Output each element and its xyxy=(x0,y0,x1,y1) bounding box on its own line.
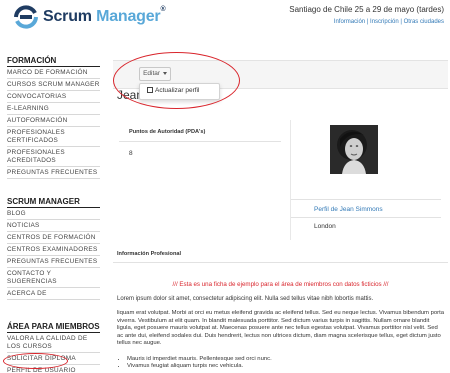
divider xyxy=(291,217,441,218)
divider xyxy=(119,141,281,142)
sidebar-item-marco-formacion[interactable]: MARCO DE FORMACIÓN xyxy=(7,67,100,79)
logo-text: Scrum Manager® xyxy=(43,6,166,26)
divider xyxy=(291,199,441,200)
sidebar-item-e-learning[interactable]: E-LEARNING xyxy=(7,103,100,115)
sidebar-item-valora-cursos[interactable]: VALORA LA CALIDAD DE LOS CURSOS xyxy=(7,333,100,353)
profile-link[interactable]: Perfil de Jean Simmons xyxy=(314,206,383,213)
professional-info-label: Información Profesional xyxy=(117,251,182,257)
profile-city: London xyxy=(314,223,336,230)
sidebar-item-noticias[interactable]: NOTICIAS xyxy=(7,220,100,232)
caret-down-icon xyxy=(162,71,167,75)
sidebar-item-convocatorias[interactable]: CONVOCATORIAS xyxy=(7,91,100,103)
logo-icon xyxy=(13,5,39,29)
sidebar: FORMACIÓN MARCO DE FORMACIÓN CURSOS SCRU… xyxy=(7,56,100,373)
sidebar-item-blog[interactable]: BLOG xyxy=(7,208,100,220)
edit-dropdown-button[interactable]: Editar xyxy=(139,67,171,81)
sidebar-item-solicitar-diploma[interactable]: SOLICITAR DIPLOMA xyxy=(7,353,100,365)
logo-suffix: Manager xyxy=(96,8,161,25)
list-item: Vivamus feugiat aliquam turpis nec vehic… xyxy=(127,363,445,370)
authority-points-label: Puntos de Autoridad (PDA's) xyxy=(129,129,206,135)
link-otras-ciudades[interactable]: Otras ciudades xyxy=(404,19,444,25)
profile-description-intro: Lorem ipsum dolor sit amet, consectetur … xyxy=(117,296,374,302)
sidebar-item-centros-formacion[interactable]: CENTROS DE FORMACIÓN xyxy=(7,232,100,244)
divider xyxy=(113,262,448,263)
sidebar-item-autoformacion[interactable]: AUTOFORMACIÓN xyxy=(7,115,100,127)
sidebar-item-contacto[interactable]: CONTACTO Y SUGERENCIAS xyxy=(7,268,100,288)
event-links: Información | Inscripción | Otras ciudad… xyxy=(289,17,444,27)
link-informacion[interactable]: Información xyxy=(334,19,365,25)
edit-dropdown-menu[interactable]: Actualizar perfil xyxy=(139,83,220,100)
sample-profile-note: /// Esta es una ficha de ejemplo para el… xyxy=(172,281,389,288)
edit-icon xyxy=(147,87,153,93)
sidebar-item-profesionales-certificados[interactable]: PROFESIONALES CERTIFICADOS xyxy=(7,127,100,147)
logo-registered-mark: ® xyxy=(160,6,166,13)
dropdown-item-actualizar-perfil[interactable]: Actualizar perfil xyxy=(155,87,199,94)
edit-button-label: Editar xyxy=(143,70,161,77)
sidebar-item-acerca-de[interactable]: ACERCA DE xyxy=(7,288,100,300)
column-divider xyxy=(290,120,291,240)
sidebar-item-centros-examinadores[interactable]: CENTROS EXAMINADORES xyxy=(7,244,100,256)
sidebar-section-formacion-title: FORMACIÓN xyxy=(7,56,100,67)
profile-photo xyxy=(330,125,378,174)
sidebar-item-preguntas-frecuentes[interactable]: PREGUNTAS FRECUENTES xyxy=(7,167,100,179)
sidebar-item-profesionales-acreditados[interactable]: PROFESIONALES ACREDITADOS xyxy=(7,147,100,167)
sidebar-item-cursos-scrum-manager[interactable]: CURSOS SCRUM MANAGER xyxy=(7,79,100,91)
authority-points-value: 8 xyxy=(129,150,133,157)
site-logo[interactable]: Scrum Manager® xyxy=(13,5,166,29)
sidebar-section-miembros-title: ÁREA PARA MIEMBROS xyxy=(7,322,100,333)
profile-description-body: liquam erat volutpat. Morbi at orci eu m… xyxy=(117,310,445,347)
event-banner: Santiago de Chile 25 a 29 de mayo (tarde… xyxy=(289,4,444,27)
sidebar-section-scrum-title: SCRUM MANAGER xyxy=(7,197,100,208)
event-date-text: Santiago de Chile 25 a 29 de mayo (tarde… xyxy=(289,5,444,14)
list-item: Mauris id imperdiet mauris. Pellentesque… xyxy=(127,356,445,363)
logo-prefix: Scrum xyxy=(43,8,92,25)
profile-bullet-list: Mauris id imperdiet mauris. Pellentesque… xyxy=(117,356,445,370)
link-inscripcion[interactable]: Inscripción xyxy=(370,19,399,25)
sidebar-item-perfil-usuario[interactable]: PERFIL DE USUARIO xyxy=(7,365,100,373)
sidebar-item-preguntas-frecuentes-2[interactable]: PREGUNTAS FRECUENTES xyxy=(7,256,100,268)
